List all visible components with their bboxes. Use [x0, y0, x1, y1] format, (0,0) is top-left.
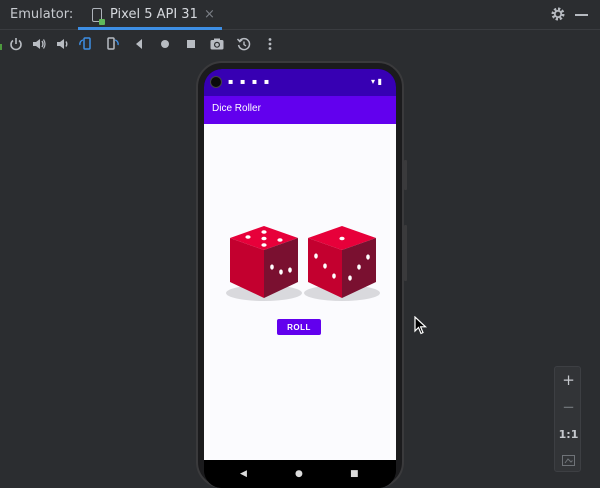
fit-screen-icon — [562, 454, 575, 466]
snapshot-icon[interactable] — [235, 35, 253, 53]
status-icons: ▪ ▪ ▪ ▪ — [228, 77, 272, 86]
mouse-cursor-icon — [414, 316, 428, 335]
rotate-left-icon[interactable] — [77, 35, 95, 53]
more-icon[interactable] — [261, 35, 279, 53]
app-bar: Dice Roller — [204, 96, 396, 124]
nav-home-icon[interactable]: ● — [295, 469, 303, 479]
back-icon[interactable] — [130, 35, 148, 53]
zoom-controls: + − 1:1 — [554, 366, 581, 472]
app-title: Dice Roller — [212, 103, 261, 114]
fit-screen-button[interactable] — [555, 447, 582, 473]
tool-window-header: Emulator: Pixel 5 API 31 × — [0, 0, 600, 30]
home-icon[interactable] — [156, 35, 174, 53]
gear-icon[interactable] — [550, 6, 566, 22]
volume-up-icon[interactable] — [30, 35, 48, 53]
rotate-right-icon[interactable] — [103, 35, 121, 53]
minimize-icon[interactable] — [575, 14, 588, 16]
die-right — [304, 226, 380, 301]
phone-side-button — [404, 225, 407, 281]
gutter-marker — [0, 44, 2, 50]
tab-label: Pixel 5 API 31 — [110, 7, 198, 22]
die-left — [226, 226, 302, 301]
volume-down-icon[interactable] — [53, 35, 71, 53]
overview-icon[interactable] — [182, 35, 200, 53]
app-content: ROLL — [204, 124, 396, 460]
phone-side-button — [404, 160, 407, 190]
zoom-in-button[interactable]: + — [555, 367, 582, 393]
status-right-icons: ▾ ▮ — [371, 77, 382, 86]
status-bar: ▪ ▪ ▪ ▪ ▾ ▮ — [204, 69, 396, 96]
navigation-bar: ◀ ● ■ — [204, 460, 396, 488]
tab-pixel-5-api-31[interactable]: Pixel 5 API 31 × — [78, 0, 222, 30]
roll-button[interactable]: ROLL — [277, 319, 321, 335]
emulator-toolbar — [0, 31, 600, 57]
actual-size-button[interactable]: 1:1 — [555, 421, 582, 447]
power-icon[interactable] — [7, 35, 25, 53]
tab-close-icon[interactable]: × — [204, 7, 215, 22]
zoom-out-button[interactable]: − — [555, 394, 582, 420]
device-screen[interactable]: ▪ ▪ ▪ ▪ ▾ ▮ Dice Roller ROLL ◀ ● ■ — [204, 69, 396, 488]
tool-window-title: Emulator: — [10, 7, 74, 22]
device-icon — [92, 8, 105, 25]
screenshot-icon[interactable] — [208, 35, 226, 53]
nav-recents-icon[interactable]: ■ — [350, 469, 359, 479]
nav-back-icon[interactable]: ◀ — [240, 469, 247, 479]
camera-cutout — [210, 76, 222, 88]
